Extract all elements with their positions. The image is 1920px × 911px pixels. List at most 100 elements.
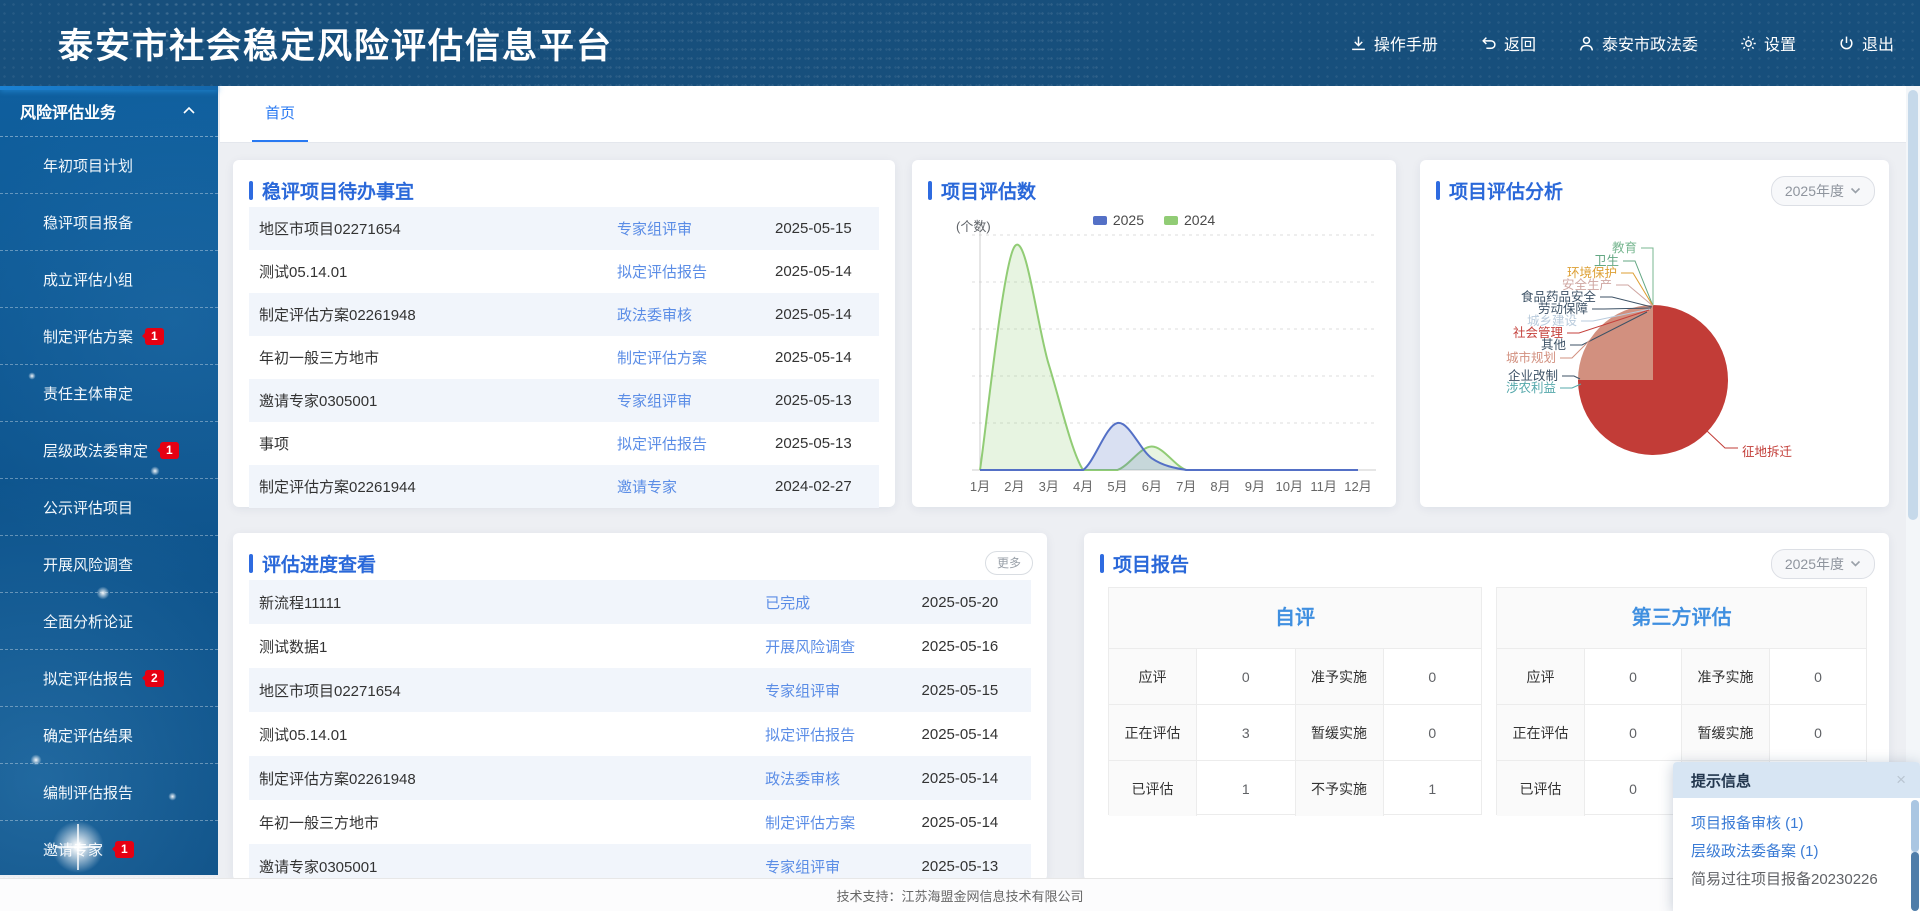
table-row[interactable]: 制定评估方案02261948政法委审核2025-05-14: [249, 756, 1031, 800]
table-row[interactable]: 地区市项目02271654专家组评审2025-05-15: [249, 668, 1031, 712]
gear-icon: [1740, 35, 1757, 52]
card-title: 项目评估分析: [1449, 177, 1563, 204]
back-button[interactable]: 返回: [1480, 31, 1536, 55]
project-name: 制定评估方案02261948: [249, 768, 765, 789]
notice-link[interactable]: 层级政法委备案 (1): [1691, 838, 1900, 866]
year-select[interactable]: 2025年度: [1771, 549, 1875, 579]
legend-item-2025[interactable]: 2025: [1093, 212, 1144, 228]
tab-home[interactable]: 首页: [252, 86, 308, 142]
date: 2025-05-13: [775, 392, 879, 409]
label-cell: 准予实施: [1296, 649, 1384, 704]
status-link[interactable]: 专家组评审: [617, 218, 775, 239]
notice-text: 简易过往项目报备20230226: [1691, 866, 1900, 894]
page-scrollbar[interactable]: [1906, 86, 1920, 878]
sidebar-item-publicize[interactable]: 公示评估项目: [0, 479, 218, 536]
status-link[interactable]: 专家组评审: [617, 390, 775, 411]
sidebar-item-draft-report[interactable]: 拟定评估报告2: [0, 650, 218, 707]
table-row[interactable]: 事项拟定评估报告2025-05-13: [249, 422, 879, 465]
status-link[interactable]: 政法委审核: [765, 768, 921, 789]
table-header: 第三方评估: [1497, 588, 1866, 649]
project-name: 年初一般三方地市: [249, 812, 765, 833]
project-name: 制定评估方案02261944: [249, 476, 617, 497]
sidebar-item-label: 邀请专家: [43, 839, 103, 860]
card-title-row: 项目报告: [1100, 550, 1189, 577]
user-name: 泰安市政法委: [1602, 31, 1698, 55]
table-row[interactable]: 年初一般三方地市制定评估方案2025-05-14: [249, 336, 879, 379]
date: 2025-05-14: [775, 263, 879, 280]
value-cell: 0: [1585, 761, 1682, 816]
project-name: 制定评估方案02261948: [249, 304, 617, 325]
sidebar-item-compile-report[interactable]: 编制评估报告: [0, 764, 218, 821]
table-row[interactable]: 测试05.14.01拟定评估报告2025-05-14: [249, 250, 879, 293]
sidebar-item-project-filing[interactable]: 稳评项目报备: [0, 194, 218, 251]
status-link[interactable]: 已完成: [765, 592, 921, 613]
settings-button[interactable]: 设置: [1740, 31, 1796, 55]
table-row[interactable]: 年初一般三方地市制定评估方案2025-05-14: [249, 800, 1031, 844]
footer: 技术支持：江苏海盟金网信息技术有限公司: [0, 878, 1920, 911]
count-badge: 1: [160, 442, 179, 459]
label-cell: 暂缓实施: [1682, 705, 1770, 760]
sidebar-item-annual-plan[interactable]: 年初项目计划: [0, 137, 218, 194]
date: 2025-05-20: [922, 594, 1031, 611]
x-axis-label: 1月: [970, 479, 990, 494]
sidebar-item-analysis[interactable]: 全面分析论证: [0, 593, 218, 650]
pie-leader-line: [1562, 376, 1580, 379]
card-title-row: 项目评估分析: [1436, 177, 1563, 204]
manual-button[interactable]: 操作手册: [1350, 31, 1438, 55]
sidebar-group-risk-assessment[interactable]: 风险评估业务: [0, 86, 218, 137]
pie-leader-line: [1707, 431, 1738, 448]
title-accent-bar: [928, 181, 932, 200]
table-row[interactable]: 邀请专家0305001专家组评审2025-05-13: [249, 379, 879, 422]
sidebar-item-responsible-review[interactable]: 责任主体审定: [0, 365, 218, 422]
chevron-down-icon: [1850, 187, 1861, 195]
scrollbar-thumb[interactable]: [1911, 800, 1919, 852]
value-cell: 0: [1585, 649, 1682, 704]
table-row[interactable]: 制定评估方案02261944邀请专家2024-02-27: [249, 465, 879, 508]
sidebar-item-make-plan[interactable]: 制定评估方案1: [0, 308, 218, 365]
table-row[interactable]: 测试05.14.01拟定评估报告2025-05-14: [249, 712, 1031, 756]
sidebar-item-confirm-result[interactable]: 确定评估结果: [0, 707, 218, 764]
status-link[interactable]: 拟定评估报告: [617, 433, 775, 454]
date: 2025-05-16: [922, 638, 1031, 655]
popup-scrollbar[interactable]: [1911, 800, 1919, 911]
x-axis-label: 9月: [1245, 479, 1265, 494]
notice-link[interactable]: 项目报备审核 (1): [1691, 810, 1900, 838]
sidebar-item-risk-survey[interactable]: 开展风险调查: [0, 536, 218, 593]
status-link[interactable]: 邀请专家: [617, 476, 775, 497]
logout-button[interactable]: 退出: [1838, 31, 1894, 55]
table-row[interactable]: 测试数据1开展风险调查2025-05-16: [249, 624, 1031, 668]
table-row[interactable]: 地区市项目02271654专家组评审2025-05-15: [249, 207, 879, 250]
pie-leader-line: [1560, 384, 1581, 388]
download-icon: [1350, 35, 1367, 52]
close-icon[interactable]: ×: [1896, 770, 1906, 790]
value-cell: 0: [1197, 649, 1296, 704]
sidebar-item-label: 成立评估小组: [43, 269, 133, 290]
status-link[interactable]: 政法委审核: [617, 304, 775, 325]
chart-legend: 2025 2024: [912, 212, 1396, 228]
sidebar-item-create-team[interactable]: 成立评估小组: [0, 251, 218, 308]
status-link[interactable]: 拟定评估报告: [765, 724, 921, 745]
status-link[interactable]: 专家组评审: [765, 680, 921, 701]
more-button[interactable]: 更多: [985, 551, 1033, 575]
scrollbar-thumb[interactable]: [1908, 90, 1918, 520]
project-name: 新流程11111: [249, 592, 765, 613]
user-menu[interactable]: 泰安市政法委: [1578, 31, 1698, 55]
x-axis-label: 10月: [1276, 479, 1303, 494]
legend-item-2024[interactable]: 2024: [1164, 212, 1215, 228]
card-title: 项目报告: [1113, 550, 1189, 577]
status-link[interactable]: 制定评估方案: [617, 347, 775, 368]
sidebar-item-label: 全面分析论证: [43, 611, 133, 632]
page-title: 泰安市社会稳定风险评估信息平台: [58, 18, 613, 69]
table-row[interactable]: 制定评估方案02261948政法委审核2025-05-14: [249, 293, 879, 336]
power-icon: [1838, 35, 1855, 52]
sidebar-item-committee-review[interactable]: 层级政法委审定1: [0, 422, 218, 479]
table-row[interactable]: 新流程11111已完成2025-05-20: [249, 580, 1031, 624]
scrollbar-thumb[interactable]: [1911, 852, 1919, 911]
year-select[interactable]: 2025年度: [1771, 176, 1875, 206]
status-link[interactable]: 专家组评审: [765, 856, 921, 877]
sidebar-group-label: 风险评估业务: [20, 99, 116, 123]
status-link[interactable]: 开展风险调查: [765, 636, 921, 657]
status-link[interactable]: 拟定评估报告: [617, 261, 775, 282]
sidebar-item-invite-experts[interactable]: 邀请专家1: [0, 821, 218, 878]
status-link[interactable]: 制定评估方案: [765, 812, 921, 833]
